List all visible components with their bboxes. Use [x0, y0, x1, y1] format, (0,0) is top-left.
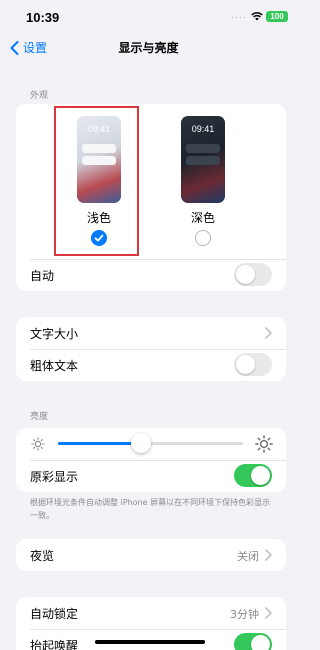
brightness-slider-fill: [58, 442, 142, 445]
dark-preview-widget: [186, 156, 220, 165]
status-time: 10:39: [26, 10, 60, 25]
auto-appearance-label: 自动: [30, 269, 55, 283]
sun-large-icon: [255, 435, 273, 453]
true-tone-footnote: 根据环境光条件自动调整 iPhone 屏幕以在不同环境下保持色彩显示一致。: [30, 498, 271, 520]
text-size-row[interactable]: 文字大小: [16, 317, 286, 349]
bold-text-toggle[interactable]: [234, 353, 272, 376]
page-title: 显示与亮度: [118, 41, 179, 55]
text-size-label: 文字大小: [30, 327, 79, 341]
auto-lock-label: 自动锁定: [30, 607, 79, 621]
night-shift-row[interactable]: 夜览 关闭: [16, 539, 286, 571]
home-indicator: [95, 640, 205, 644]
status-bar: 10:39 .... 100: [0, 0, 297, 34]
dark-mode-label: 深色: [190, 211, 215, 225]
dark-mode-preview[interactable]: 09:41: [181, 116, 225, 203]
auto-lock-row[interactable]: 自动锁定 3分钟: [16, 597, 286, 629]
true-tone-label: 原彩显示: [30, 470, 79, 484]
brightness-slider-thumb[interactable]: [131, 433, 152, 453]
dark-preview-time: 09:41: [191, 124, 215, 134]
wifi-icon: [251, 12, 263, 21]
chevron-right-icon: [265, 549, 272, 561]
night-shift-value: 关闭: [237, 550, 259, 563]
toggle-knob: [236, 355, 255, 374]
auto-appearance-row: 自动: [16, 259, 286, 291]
dark-preview-widget: [186, 144, 220, 153]
true-tone-row: 原彩显示: [16, 460, 286, 492]
chevron-right-icon: [265, 607, 272, 619]
true-tone-toggle[interactable]: [234, 464, 272, 487]
night-shift-card: 夜览 关闭: [16, 539, 286, 571]
dark-mode-radio[interactable]: [195, 230, 211, 246]
bold-text-label: 粗体文本: [30, 359, 79, 373]
cellular-signal-icon: ....: [231, 11, 247, 21]
night-shift-label: 夜览: [30, 549, 55, 563]
battery-icon: 100: [266, 11, 288, 22]
appearance-section-label: 外观: [30, 91, 49, 101]
selection-highlight-box: [54, 106, 139, 256]
toggle-knob: [251, 466, 270, 485]
auto-lock-value: 3分钟: [230, 608, 259, 621]
toggle-knob: [251, 635, 270, 650]
bold-text-row: 粗体文本: [16, 349, 286, 381]
brightness-card: 原彩显示: [16, 428, 286, 492]
auto-appearance-toggle[interactable]: [234, 263, 272, 286]
toggle-knob: [236, 265, 255, 284]
text-card: 文字大小 粗体文本: [16, 317, 286, 381]
raise-to-wake-toggle[interactable]: [234, 633, 272, 650]
raise-to-wake-label: 抬起唤醒: [30, 639, 79, 650]
sun-small-icon: [31, 437, 45, 451]
chevron-right-icon: [265, 327, 272, 339]
navigation-bar: 设置 显示与亮度: [0, 34, 297, 62]
brightness-section-label: 亮度: [30, 412, 49, 422]
